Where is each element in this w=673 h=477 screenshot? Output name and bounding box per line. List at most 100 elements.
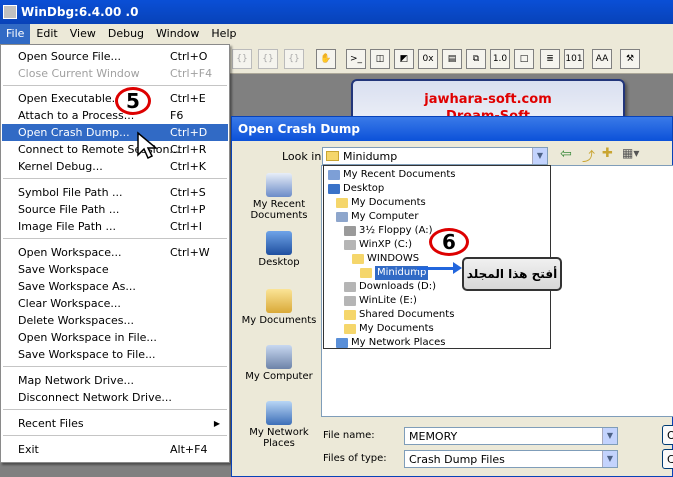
menu-separator [3,178,227,179]
tree-my-network-places[interactable]: My Network Places [336,336,445,350]
my-documents-icon [266,289,292,313]
file-type-label: Files of type: [323,453,387,464]
menu-view[interactable]: View [64,24,102,44]
options-icon[interactable]: ⚒ [620,49,640,69]
menu-separator [3,435,227,436]
menu-exit[interactable]: Exit Alt+F4 [2,441,228,458]
tree-shared-documents[interactable]: Shared Documents [344,308,454,322]
tree-drive-d[interactable]: Downloads (D:) [344,280,436,294]
back-icon[interactable]: ⇦ [560,146,580,166]
file-name-input[interactable]: MEMORY ▼ [404,427,618,445]
up-folder-icon[interactable]: ⤴ [582,146,602,166]
chevron-down-icon[interactable]: ▼ [602,451,617,467]
chevron-down-icon[interactable]: ▼ [532,148,547,164]
menu-symbol-file-path[interactable]: Symbol File Path ... Ctrl+S [2,184,228,201]
view-menu-icon[interactable]: ▦▾ [622,146,642,166]
drive-icon [344,296,356,306]
desktop-icon [328,184,340,194]
menu-delete-workspaces[interactable]: Delete Workspaces... [2,312,228,329]
menu-help[interactable]: Help [205,24,242,44]
step-5-marker: 5 [115,87,151,115]
tree-drive-c[interactable]: WinXP (C:) [344,238,412,252]
source-mode-icon[interactable]: ≣ [540,49,560,69]
step-out-icon[interactable]: {} [284,49,304,69]
step-6-marker: 6 [429,228,469,256]
menu-open-crash-dump[interactable]: Open Crash Dump... Ctrl+D [2,124,228,141]
place-my-network[interactable]: My Network Places [240,401,318,449]
menu-open-source-file[interactable]: Open Source File... Ctrl+O [2,48,228,65]
floppy-icon [344,226,356,236]
menu-clear-workspace[interactable]: Clear Workspace... [2,295,228,312]
hand-icon[interactable]: ✋ [316,49,336,69]
app-icon [3,5,17,19]
drive-icon [344,240,356,250]
registers-icon[interactable]: 0x [418,49,438,69]
menu-bar: File Edit View Debug Window Help [0,24,673,44]
menu-open-workspace-in-file[interactable]: Open Workspace in File... [2,329,228,346]
tree-drive-e[interactable]: WinLite (E:) [344,294,417,308]
place-desktop[interactable]: Desktop [240,231,318,268]
banner-line1: jawhara-soft.com [424,92,552,107]
menu-separator [3,409,227,410]
tree-windows[interactable]: WINDOWS [352,252,419,266]
menu-kernel-debug[interactable]: Kernel Debug... Ctrl+K [2,158,228,175]
place-recent-documents[interactable]: My Recent Documents [240,173,318,221]
disassembly-icon[interactable]: 1.0 [490,49,510,69]
callstack-icon[interactable]: ⧉ [466,49,486,69]
menu-disconnect-network-drive[interactable]: Disconnect Network Drive... [2,389,228,406]
folder-icon [352,254,364,264]
title-bar: WinDbg:6.4.00 .0 [0,0,673,24]
cancel-button[interactable]: C [662,449,673,469]
tree-my-documents[interactable]: My Documents [336,196,426,210]
arrow-head-icon [453,262,462,274]
menu-map-network-drive[interactable]: Map Network Drive... [2,372,228,389]
command-icon[interactable]: >_ [346,49,366,69]
menu-edit[interactable]: Edit [30,24,63,44]
computer-icon [336,212,348,222]
step-into-icon[interactable]: {} [232,49,252,69]
arabic-callout: أفتح هذا المجلد [462,257,562,291]
new-folder-icon[interactable]: ✚ [602,146,622,166]
menu-recent-files[interactable]: Recent Files ▶ [2,415,228,432]
memory-icon[interactable]: ▤ [442,49,462,69]
tree-desktop[interactable]: Desktop [328,182,384,196]
folder-open-icon [360,268,372,278]
chevron-down-icon[interactable]: ▼ [602,428,617,444]
font-icon[interactable]: AA [592,49,612,69]
folder-icon [344,324,356,334]
menu-save-workspace-as[interactable]: Save Workspace As... [2,278,228,295]
menu-connect-remote[interactable]: Connect to Remote Session... Ctrl+R [2,141,228,158]
locals-icon[interactable]: ◩ [394,49,414,69]
menu-file[interactable]: File [0,24,31,44]
look-in-combo[interactable]: Minidump ▼ [322,147,548,165]
tree-my-computer[interactable]: My Computer [336,210,418,224]
network-places-icon [266,401,292,425]
dialog-title: Open Crash Dump [232,117,672,141]
scratch-icon[interactable]: □ [514,49,534,69]
menu-open-workspace[interactable]: Open Workspace... Ctrl+W [2,244,228,261]
tree-my-recent-documents[interactable]: My Recent Documents [328,168,455,182]
open-crash-dump-dialog: Open Crash Dump Look in: Minidump ▼ ⇦ ⤴ … [231,116,673,477]
menu-save-workspace[interactable]: Save Workspace [2,261,228,278]
menu-debug[interactable]: Debug [102,24,150,44]
menu-save-workspace-to-file[interactable]: Save Workspace to File... [2,346,228,363]
menu-separator [3,85,227,86]
watch-icon[interactable]: ◫ [370,49,390,69]
step-over-icon[interactable]: {} [258,49,278,69]
binary-icon[interactable]: 101 [564,49,584,69]
menu-window[interactable]: Window [150,24,205,44]
tree-my-documents-2[interactable]: My Documents [344,322,434,336]
file-type-select[interactable]: Crash Dump Files ▼ [404,450,618,468]
menu-source-file-path[interactable]: Source File Path ... Ctrl+P [2,201,228,218]
open-button[interactable]: O [662,425,673,445]
file-name-label: File name: [323,430,375,441]
folder-icon [344,310,356,320]
my-computer-icon [266,345,292,369]
mouse-pointer-icon [137,131,158,160]
menu-attach-process[interactable]: Attach to a Process... F6 [2,107,228,124]
menu-image-file-path[interactable]: Image File Path ... Ctrl+I [2,218,228,235]
look-in-label: Look in: [282,150,325,163]
tree-floppy[interactable]: 3½ Floppy (A:) [344,224,433,238]
place-my-computer[interactable]: My Computer [240,345,318,382]
place-my-documents[interactable]: My Documents [240,289,318,326]
